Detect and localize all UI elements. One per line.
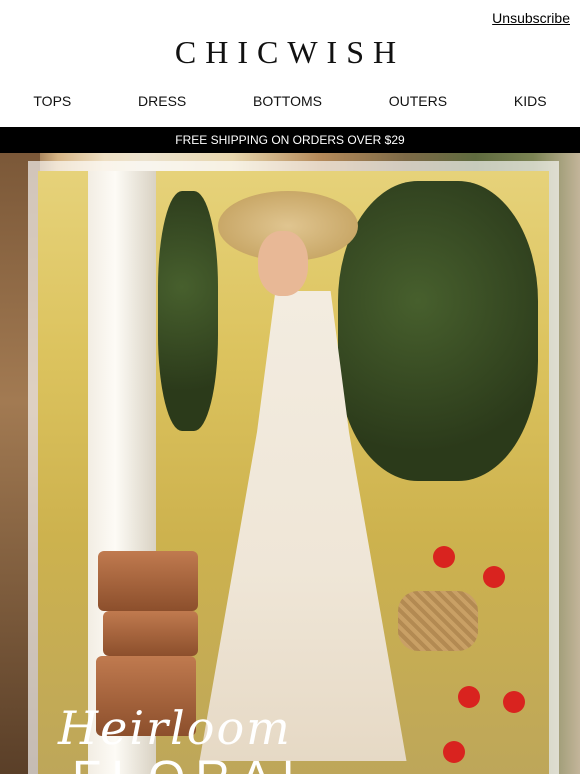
nav-kids[interactable]: KIDS [514, 93, 547, 109]
wicker-basket [398, 591, 478, 651]
promo-text: FREE SHIPPING ON ORDERS OVER $29 [175, 133, 405, 147]
nav-dress[interactable]: DRESS [138, 93, 186, 109]
promo-bar[interactable]: FREE SHIPPING ON ORDERS OVER $29 [0, 127, 580, 153]
unsubscribe-link[interactable]: Unsubscribe [492, 10, 570, 26]
hero-script-title: Heirloom [58, 701, 292, 755]
hero-banner[interactable]: Heirloom FLORAL [0, 153, 580, 774]
red-flower [483, 566, 505, 588]
hero-photo [38, 171, 549, 774]
hero-headline: FLORAL [72, 751, 319, 774]
ivy-foliage [338, 181, 538, 481]
red-flower [433, 546, 455, 568]
nav-tops[interactable]: TOPS [33, 93, 71, 109]
nav-outers[interactable]: OUTERS [389, 93, 447, 109]
red-flower [443, 741, 465, 763]
ivy-foliage [158, 191, 218, 431]
brand-logo[interactable]: CHICWISH [0, 34, 580, 71]
model-face [258, 231, 308, 296]
terracotta-pot [103, 611, 198, 656]
nav-bottoms[interactable]: BOTTOMS [253, 93, 322, 109]
category-nav: TOPS DRESS BOTTOMS OUTERS KIDS [0, 93, 580, 109]
red-flower [503, 691, 525, 713]
email-header: Unsubscribe CHICWISH TOPS DRESS BOTTOMS … [0, 0, 580, 127]
terracotta-pot [98, 551, 198, 611]
red-flower [458, 686, 480, 708]
